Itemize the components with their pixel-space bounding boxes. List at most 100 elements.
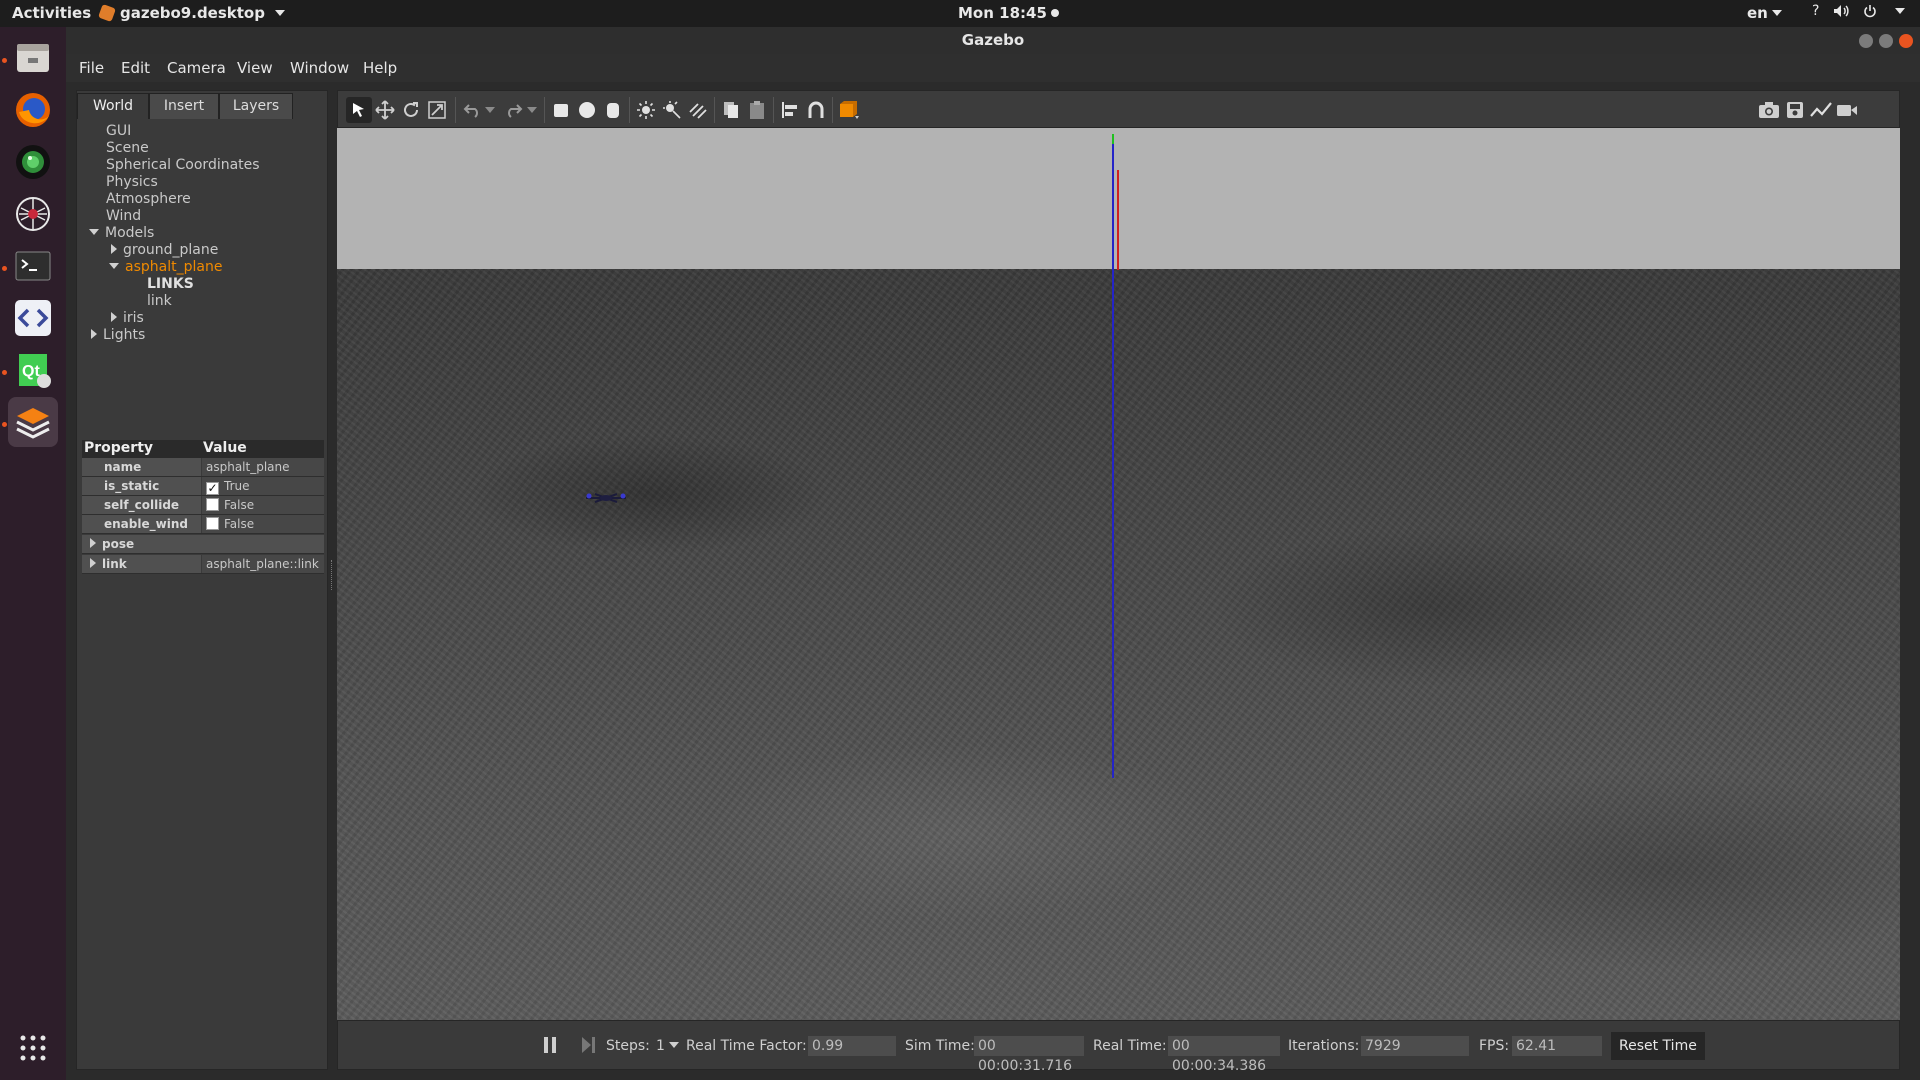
dock-network-tool[interactable] <box>8 189 58 239</box>
tab-insert[interactable]: Insert <box>149 93 219 119</box>
scene-viewport[interactable] <box>337 128 1900 1020</box>
dock-show-applications[interactable] <box>8 1023 58 1073</box>
chevron-down-icon[interactable] <box>1895 8 1906 14</box>
tree-item-models[interactable]: Models <box>89 225 154 242</box>
copy-icon[interactable] <box>718 97 744 123</box>
menu-edit[interactable]: Edit <box>121 59 150 77</box>
tree-item-ground-plane[interactable]: ground_plane <box>111 242 218 259</box>
paste-icon[interactable] <box>744 97 770 123</box>
property-group[interactable]: link <box>82 555 201 573</box>
tree-item-atmosphere[interactable]: Atmosphere <box>106 191 191 208</box>
scale-icon[interactable] <box>424 97 450 123</box>
property-group[interactable]: pose <box>82 535 324 553</box>
translate-icon[interactable] <box>372 97 398 123</box>
menu-window[interactable]: Window <box>290 59 349 77</box>
checkbox-unchecked[interactable] <box>206 498 219 511</box>
tree-item-scene[interactable]: Scene <box>106 140 149 157</box>
box-shape-icon[interactable] <box>548 97 574 123</box>
menu-camera[interactable]: Camera <box>167 59 226 77</box>
close-icon[interactable] <box>1899 34 1913 48</box>
app-menu[interactable]: gazebo9.desktop <box>98 4 285 22</box>
collapse-arrow-icon[interactable] <box>111 244 117 254</box>
screenshot-icon[interactable] <box>1756 97 1782 123</box>
power-icon[interactable] <box>1863 4 1877 18</box>
menu-view[interactable]: View <box>237 59 273 77</box>
expand-arrow-icon[interactable] <box>109 263 119 269</box>
clock-label: Mon 18:45 <box>958 4 1047 22</box>
tree-item-iris[interactable]: iris <box>111 310 144 327</box>
tab-world[interactable]: World <box>77 93 149 119</box>
rotate-icon[interactable] <box>398 97 424 123</box>
pause-icon[interactable] <box>542 1035 558 1059</box>
property-value[interactable]: asphalt_plane <box>202 458 324 476</box>
property-row-self-collide[interactable]: self_collide False <box>82 496 324 515</box>
help-icon[interactable]: ? <box>1812 3 1819 19</box>
dock-gazebo[interactable] <box>8 397 58 447</box>
select-arrow-icon[interactable] <box>346 97 372 123</box>
tab-layers[interactable]: Layers <box>219 93 293 119</box>
plot-icon[interactable] <box>1808 97 1834 123</box>
property-value: False <box>202 515 324 533</box>
dock-firefox[interactable] <box>8 85 58 135</box>
activities-button[interactable]: Activities <box>12 4 91 22</box>
log-icon[interactable] <box>1782 97 1808 123</box>
system-tray[interactable]: ? <box>1812 3 1906 19</box>
window-titlebar[interactable]: Gazebo <box>66 27 1920 54</box>
property-row-enable-wind[interactable]: enable_wind False <box>82 515 324 534</box>
maximize-icon[interactable] <box>1879 34 1893 48</box>
tree-item-spherical-coordinates[interactable]: Spherical Coordinates <box>106 157 260 174</box>
tree-item-asphalt-plane[interactable]: asphalt_plane <box>109 259 222 276</box>
steps-value[interactable]: 1 <box>656 1038 679 1054</box>
spot-light-icon[interactable] <box>659 97 685 123</box>
sphere-shape-icon[interactable] <box>574 97 600 123</box>
directional-light-icon[interactable] <box>685 97 711 123</box>
checkbox-checked[interactable]: ✓ <box>206 482 219 495</box>
reset-time-button[interactable]: Reset Time <box>1611 1032 1705 1060</box>
change-view-icon[interactable] <box>836 97 862 123</box>
collapse-arrow-icon[interactable] <box>111 312 117 322</box>
cylinder-shape-icon[interactable] <box>600 97 626 123</box>
tree-item-link[interactable]: link <box>147 293 172 310</box>
align-icon[interactable] <box>777 97 803 123</box>
chevron-down-icon[interactable] <box>525 97 539 123</box>
toolbar-separator <box>455 97 456 123</box>
point-light-icon[interactable] <box>633 97 659 123</box>
dock-code-editor[interactable] <box>8 293 58 343</box>
asphalt-ground[interactable] <box>337 269 1900 1020</box>
step-forward-icon[interactable] <box>580 1035 596 1059</box>
minimize-icon[interactable] <box>1859 34 1873 48</box>
menu-help[interactable]: Help <box>363 59 397 77</box>
dock-camera-app[interactable] <box>8 137 58 187</box>
dock-qt-creator[interactable]: Qt <box>8 345 58 395</box>
panel-splitter[interactable] <box>331 560 334 590</box>
tree-item-gui[interactable]: GUI <box>106 123 131 140</box>
files-icon <box>17 44 49 72</box>
dock-terminal[interactable] <box>8 241 58 291</box>
collapse-arrow-icon[interactable] <box>90 558 96 568</box>
collapse-arrow-icon[interactable] <box>91 329 97 339</box>
collapse-arrow-icon[interactable] <box>90 538 96 548</box>
menu-file[interactable]: File <box>79 59 104 77</box>
snap-icon[interactable] <box>803 97 829 123</box>
expand-arrow-icon[interactable] <box>89 229 99 235</box>
clock[interactable]: Mon 18:45 <box>958 4 1059 22</box>
tree-item-lights[interactable]: Lights <box>91 327 145 344</box>
chevron-down-icon[interactable] <box>483 97 497 123</box>
property-table: Property Value name asphalt_plane is_sta… <box>82 440 324 574</box>
tree-item-physics[interactable]: Physics <box>106 174 158 191</box>
redo-icon[interactable] <box>501 97 527 123</box>
code-editor-icon <box>15 300 51 336</box>
dock-files[interactable] <box>8 33 58 83</box>
video-record-icon[interactable] <box>1834 97 1860 123</box>
tree-item-wind[interactable]: Wind <box>106 208 141 225</box>
iris-drone-model[interactable] <box>583 492 629 504</box>
undo-icon[interactable] <box>459 97 485 123</box>
property-row-name[interactable]: name asphalt_plane <box>82 458 324 477</box>
volume-icon[interactable] <box>1833 4 1850 18</box>
property-row-is-static[interactable]: is_static ✓ True <box>82 477 324 496</box>
property-row-link[interactable]: link asphalt_plane::link <box>82 555 324 574</box>
language-indicator[interactable]: en <box>1747 4 1782 22</box>
tree-label: ground_plane <box>123 242 219 258</box>
property-row-pose[interactable]: pose <box>82 535 324 554</box>
checkbox-unchecked[interactable] <box>206 517 219 530</box>
